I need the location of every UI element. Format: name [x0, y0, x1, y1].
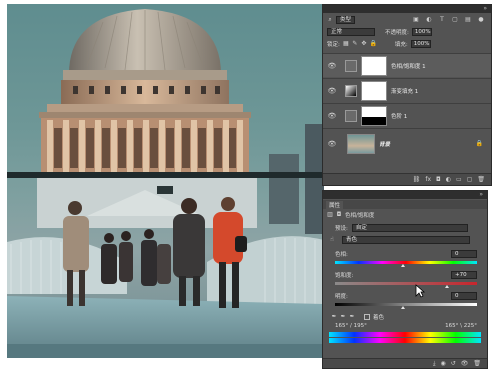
hue-slider-track[interactable] — [335, 261, 477, 264]
properties-tab-row: 属性 — [323, 200, 487, 209]
filter-search-icon: ⌕ — [328, 16, 332, 23]
new-layer-icon[interactable]: ▢ — [467, 176, 473, 183]
view-previous-icon[interactable]: ◉ — [440, 360, 445, 367]
channel-row: ☝ 青色 — [323, 236, 487, 244]
blend-opacity-row: 正常 不透明度: 100% — [323, 28, 491, 36]
layers-panel-titlebar[interactable]: » — [323, 5, 491, 13]
layer-name[interactable]: 渐变填充 1 — [391, 87, 418, 95]
layers-panel-footer: ⛓ fx ◘ ◐ ▭ ▢ 🗑 — [323, 173, 491, 185]
preset-select[interactable]: 自定 — [351, 224, 468, 232]
hue-input[interactable]: 0 — [451, 250, 477, 258]
layer-filter-row: ⌕ 类型 ▣ ◐ T ▢ ▤ ● — [323, 16, 491, 24]
blend-mode-select[interactable]: 正常 — [327, 28, 375, 36]
color-range-bar-top — [329, 332, 481, 337]
layer-name[interactable]: 背景 — [379, 140, 390, 148]
mouse-cursor-icon — [415, 284, 425, 298]
delete-adjustment-icon[interactable]: 🗑 — [473, 360, 481, 367]
filter-type-icon[interactable]: T — [439, 17, 445, 23]
filter-toggle-icon[interactable]: ● — [478, 17, 484, 23]
layer-row-levels[interactable]: 👁 色阶 1 — [323, 103, 491, 127]
lightness-label: 明度: — [335, 294, 348, 300]
layer-mask-thumbnail[interactable] — [361, 105, 387, 126]
saturation-slider-track[interactable] — [335, 282, 477, 285]
saturation-label: 饱和度: — [335, 273, 354, 279]
channel-select[interactable]: 青色 — [342, 236, 470, 244]
range-values-row: 165° / 195° 165° \ 225° — [323, 323, 487, 329]
document-canvas-photo[interactable] — [7, 4, 324, 358]
hue-slider-thumb[interactable] — [401, 264, 405, 267]
visibility-eye-icon[interactable]: 👁 — [327, 87, 337, 95]
reset-icon[interactable]: ↺ — [451, 360, 456, 367]
filter-smart-icon[interactable]: ▤ — [465, 17, 471, 23]
eyedropper-icon[interactable]: ✒ — [331, 314, 337, 320]
lock-position-icon[interactable]: ✥ — [361, 41, 367, 47]
filter-adjustment-icon[interactable]: ◐ — [426, 17, 432, 23]
colorize-checkbox[interactable] — [364, 314, 370, 320]
background-layer-thumbnail[interactable] — [347, 133, 375, 154]
hue-saturation-adjustment-icon — [345, 59, 357, 72]
adjustment-header: ▥ ◘ 色相/饱和度 — [323, 211, 487, 220]
saturation-slider-thumb[interactable] — [445, 285, 449, 288]
eyedropper-plus-icon[interactable]: ✒ — [340, 314, 346, 320]
visibility-eye-icon[interactable]: 👁 — [327, 140, 337, 148]
panel-collapse-icon[interactable]: » — [479, 191, 483, 199]
filter-pixel-icon[interactable]: ▣ — [413, 17, 419, 23]
hue-saturation-adjustment-icon: ▥ — [327, 211, 333, 218]
opacity-label: 不透明度: — [385, 30, 409, 36]
layer-lock-icon: 🔒 — [475, 140, 483, 147]
layers-panel: » ⌕ 类型 ▣ ◐ T ▢ ▤ ● 正常 不透明度: 100% 锁定: ▦ ✎… — [322, 4, 492, 186]
panel-collapse-icon[interactable]: » — [483, 5, 487, 13]
mask-icon[interactable]: ◘ — [336, 212, 342, 218]
properties-panel-footer: ⤓ ◉ ↺ 👁 🗑 — [323, 358, 487, 368]
lock-label: 锁定: — [327, 42, 340, 48]
link-layers-icon[interactable]: ⛓ — [413, 176, 421, 183]
clip-to-layer-icon[interactable]: ⤓ — [433, 360, 436, 368]
fill-input[interactable]: 100% — [410, 40, 431, 48]
filter-shape-icon[interactable]: ▢ — [452, 17, 458, 23]
hue-label: 色相: — [335, 252, 348, 258]
range-left-values: 165° / 195° — [335, 323, 367, 329]
toggle-visibility-icon[interactable]: 👁 — [461, 360, 469, 367]
gradient-fill-thumbnail-icon — [345, 84, 357, 97]
new-adjustment-icon[interactable]: ◐ — [446, 176, 451, 183]
visibility-eye-icon[interactable]: 👁 — [327, 112, 337, 120]
layer-mask-thumbnail[interactable] — [361, 80, 387, 101]
layer-style-icon[interactable]: fx — [425, 176, 431, 183]
color-range-bar-bottom[interactable] — [329, 338, 481, 343]
lock-image-icon[interactable]: ✎ — [352, 41, 358, 47]
adjustment-title: 色相/饱和度 — [345, 213, 375, 219]
visibility-eye-icon[interactable]: 👁 — [327, 62, 337, 70]
lightness-slider-track[interactable] — [335, 303, 477, 306]
layer-filter-select[interactable]: 类型 — [336, 16, 356, 24]
levels-adjustment-icon — [345, 109, 357, 122]
layer-row-background[interactable]: 👁 背景 🔒 — [323, 128, 491, 158]
saturation-input[interactable]: +70 — [451, 271, 477, 279]
colorize-label: 着色 — [373, 315, 385, 321]
layer-mask-thumbnail[interactable] — [361, 55, 387, 76]
preset-label: 预设: — [335, 226, 348, 232]
st-pauls-cathedral-image — [7, 9, 324, 358]
add-mask-icon[interactable]: ◘ — [436, 176, 441, 183]
layer-name[interactable]: 色相/饱和度 1 — [391, 62, 426, 70]
eyedropper-row: ✒ ✒ ✒ 着色 — [323, 313, 487, 322]
layer-name[interactable]: 色阶 1 — [391, 112, 407, 120]
lightness-input[interactable]: 0 — [451, 292, 477, 300]
new-group-icon[interactable]: ▭ — [456, 176, 462, 183]
eyedropper-minus-icon[interactable]: ✒ — [349, 314, 355, 320]
delete-layer-icon[interactable]: 🗑 — [477, 176, 485, 183]
lock-transparent-icon[interactable]: ▦ — [343, 41, 349, 47]
lock-all-icon[interactable]: 🔒 — [370, 41, 377, 47]
range-right-values: 165° \ 225° — [445, 323, 477, 329]
properties-panel-titlebar[interactable]: » — [323, 191, 487, 199]
properties-tab[interactable]: 属性 — [326, 200, 344, 209]
properties-panel: » 属性 ▥ ◘ 色相/饱和度 预设: 自定 ☝ 青色 色相: 0 饱和度: +… — [322, 190, 488, 369]
lightness-slider-thumb[interactable] — [401, 306, 405, 309]
targeted-adjustment-hand-icon[interactable]: ☝ — [329, 237, 335, 243]
lock-fill-row: 锁定: ▦ ✎ ✥ 🔒 填充: 100% — [323, 40, 491, 48]
fill-label: 填充: — [394, 42, 408, 48]
layer-row-hue-saturation[interactable]: 👁 色相/饱和度 1 — [323, 53, 491, 77]
layer-row-gradient-fill[interactable]: 👁 渐变填充 1 — [323, 78, 491, 102]
preset-row: 预设: 自定 — [323, 224, 487, 232]
opacity-input[interactable]: 100% — [411, 28, 432, 36]
